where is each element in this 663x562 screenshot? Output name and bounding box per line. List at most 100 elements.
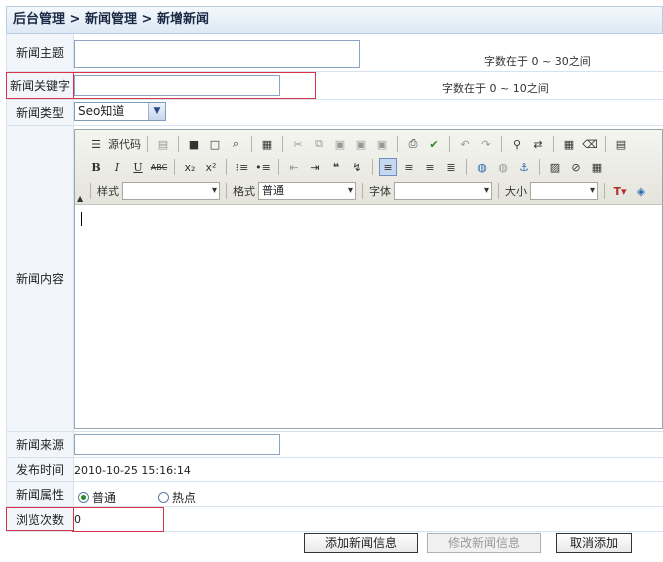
strikethrough-icon[interactable]: ABC <box>150 158 168 176</box>
radio-normal-label: 普通 <box>92 491 117 505</box>
save-icon[interactable]: ■ <box>185 135 203 153</box>
align-center-icon[interactable]: ≡ <box>400 158 418 176</box>
separator <box>226 159 227 175</box>
type-select-value: Seo知道 <box>78 104 125 118</box>
size-dropdown[interactable] <box>530 182 598 200</box>
find-icon[interactable]: ⚲ <box>508 135 526 153</box>
indent-icon[interactable]: ⇥ <box>306 158 324 176</box>
subject-input[interactable] <box>74 40 360 68</box>
separator <box>178 136 179 152</box>
preview-icon[interactable]: ⌕ <box>227 135 245 153</box>
templates-page-icon[interactable]: ▦ <box>258 135 276 153</box>
replace-icon[interactable]: ⇄ <box>529 135 547 153</box>
select-all-icon[interactable]: ▦ <box>560 135 578 153</box>
row-type: 新闻类型 Seo知道 ▼ <box>6 100 663 126</box>
paste-icon[interactable]: ▣ <box>331 135 349 153</box>
source-label[interactable]: 源代码 <box>108 135 141 153</box>
print-icon[interactable]: ⎙ <box>404 135 422 153</box>
breadcrumb-separator: > <box>65 12 85 27</box>
separator <box>539 159 540 175</box>
toolbar-row-1: ☰ 源代码 ▤ ■ □ ⌕ ▦ ✂ ⧉ ▣ ▣ ▣ ⎙ ✔ ↶ ↷ ⚲ ⇄ ▦ … <box>87 133 630 155</box>
unordered-list-icon[interactable]: •≡ <box>254 158 272 176</box>
row-views: 浏览次数 0 <box>6 507 663 532</box>
source-input[interactable] <box>74 434 280 455</box>
source-icon[interactable]: ☰ <box>87 135 105 153</box>
table-icon[interactable]: ▦ <box>588 158 606 176</box>
views-label: 浏览次数 <box>6 507 74 531</box>
keywords-highlight-frame <box>72 72 316 99</box>
blockquote-icon[interactable]: ❝ <box>327 158 345 176</box>
add-news-button[interactable]: 添加新闻信息 <box>304 533 418 553</box>
anchor-icon[interactable]: ⚓ <box>515 158 533 176</box>
subscript-icon[interactable]: x₂ <box>181 158 199 176</box>
superscript-icon[interactable]: x² <box>202 158 220 176</box>
remove-format-icon[interactable]: ⌫ <box>581 135 599 153</box>
separator <box>498 183 499 199</box>
separator <box>278 159 279 175</box>
style-dropdown[interactable] <box>122 182 220 200</box>
text-color-icon[interactable]: T▾ <box>611 182 629 200</box>
outdent-icon[interactable]: ⇤ <box>285 158 303 176</box>
radio-normal-dot[interactable] <box>78 492 89 503</box>
separator <box>226 183 227 199</box>
keywords-hint: 字数在于 0 ~ 10之间 <box>442 82 549 95</box>
breadcrumb-item-admin[interactable]: 后台管理 <box>13 12 65 27</box>
collapse-toolbar-icon[interactable]: ▲ <box>77 194 83 203</box>
redo-icon[interactable]: ↷ <box>477 135 495 153</box>
italic-icon[interactable]: I <box>108 158 126 176</box>
radio-hot-dot[interactable] <box>158 492 169 503</box>
breadcrumb: 后台管理 > 新闻管理 > 新增新闻 <box>6 6 663 34</box>
unlink-icon[interactable]: ◍ <box>494 158 512 176</box>
radio-hot[interactable]: 热点 <box>158 489 196 506</box>
rich-text-editor[interactable]: ▲ ☰ 源代码 ▤ ■ □ ⌕ ▦ ✂ ⧉ ▣ ▣ ▣ ⎙ ✔ ↶ ↷ ⚲ ⇄ … <box>74 129 663 429</box>
separator <box>282 136 283 152</box>
separator <box>466 159 467 175</box>
underline-icon[interactable]: U <box>129 158 147 176</box>
radio-normal[interactable]: 普通 <box>78 489 116 506</box>
image-icon[interactable]: ▨ <box>546 158 564 176</box>
cut-icon[interactable]: ✂ <box>289 135 307 153</box>
views-highlight-frame <box>72 507 164 532</box>
row-keywords: 新闻关键字 字数在于 0 ~ 10之间 <box>6 72 663 100</box>
font-dropdown[interactable] <box>394 182 492 200</box>
radio-hot-label: 热点 <box>172 491 197 505</box>
row-source: 新闻来源 <box>6 432 663 458</box>
templates-icon[interactable]: ▤ <box>154 135 172 153</box>
background-color-icon[interactable]: ◈ <box>632 182 650 200</box>
row-attribute: 新闻属性 普通 热点 <box>6 482 663 507</box>
separator <box>397 136 398 152</box>
cancel-add-button[interactable]: 取消添加 <box>556 533 632 553</box>
toolbar-row-2: B I U ABC x₂ x² ⁝≡ •≡ ⇤ ⇥ ❝ ↯ ≡ ≡ ≡ ≣ ◍ … <box>87 156 606 178</box>
align-justify-icon[interactable]: ≣ <box>442 158 460 176</box>
chevron-down-icon[interactable]: ▼ <box>148 103 165 120</box>
separator <box>553 136 554 152</box>
breadcrumb-item-add-news: 新增新闻 <box>156 12 209 27</box>
div-container-icon[interactable]: ↯ <box>348 158 366 176</box>
bold-icon[interactable]: B <box>87 158 105 176</box>
copy-icon[interactable]: ⧉ <box>310 135 328 153</box>
type-select[interactable]: Seo知道 ▼ <box>74 102 166 121</box>
paste-word-icon[interactable]: ▣ <box>373 135 391 153</box>
source-label-field: 新闻来源 <box>6 432 74 457</box>
breadcrumb-item-news[interactable]: 新闻管理 <box>85 12 137 27</box>
new-page-icon[interactable]: □ <box>206 135 224 153</box>
separator <box>604 183 605 199</box>
toolbar-row-3: 样式 格式 普通 字体 大小 T▾ ◈ <box>87 180 650 202</box>
publish-time-value: 2010-10-25 15:16:14 <box>74 464 191 477</box>
align-right-icon[interactable]: ≡ <box>421 158 439 176</box>
paste-text-icon[interactable]: ▣ <box>352 135 370 153</box>
flash-icon[interactable]: ⊘ <box>567 158 585 176</box>
ordered-list-icon[interactable]: ⁝≡ <box>233 158 251 176</box>
form-icon[interactable]: ▤ <box>612 135 630 153</box>
link-icon[interactable]: ◍ <box>473 158 491 176</box>
align-left-icon[interactable]: ≡ <box>379 158 397 176</box>
subject-hint: 字数在于 0 ~ 30之间 <box>484 55 591 68</box>
attribute-label: 新闻属性 <box>6 482 74 506</box>
modify-news-button[interactable]: 修改新闻信息 <box>427 533 541 553</box>
undo-icon[interactable]: ↶ <box>456 135 474 153</box>
text-cursor <box>81 212 82 226</box>
separator <box>449 136 450 152</box>
format-dropdown[interactable]: 普通 <box>258 182 356 200</box>
separator <box>90 183 91 199</box>
spellcheck-icon[interactable]: ✔ <box>425 135 443 153</box>
